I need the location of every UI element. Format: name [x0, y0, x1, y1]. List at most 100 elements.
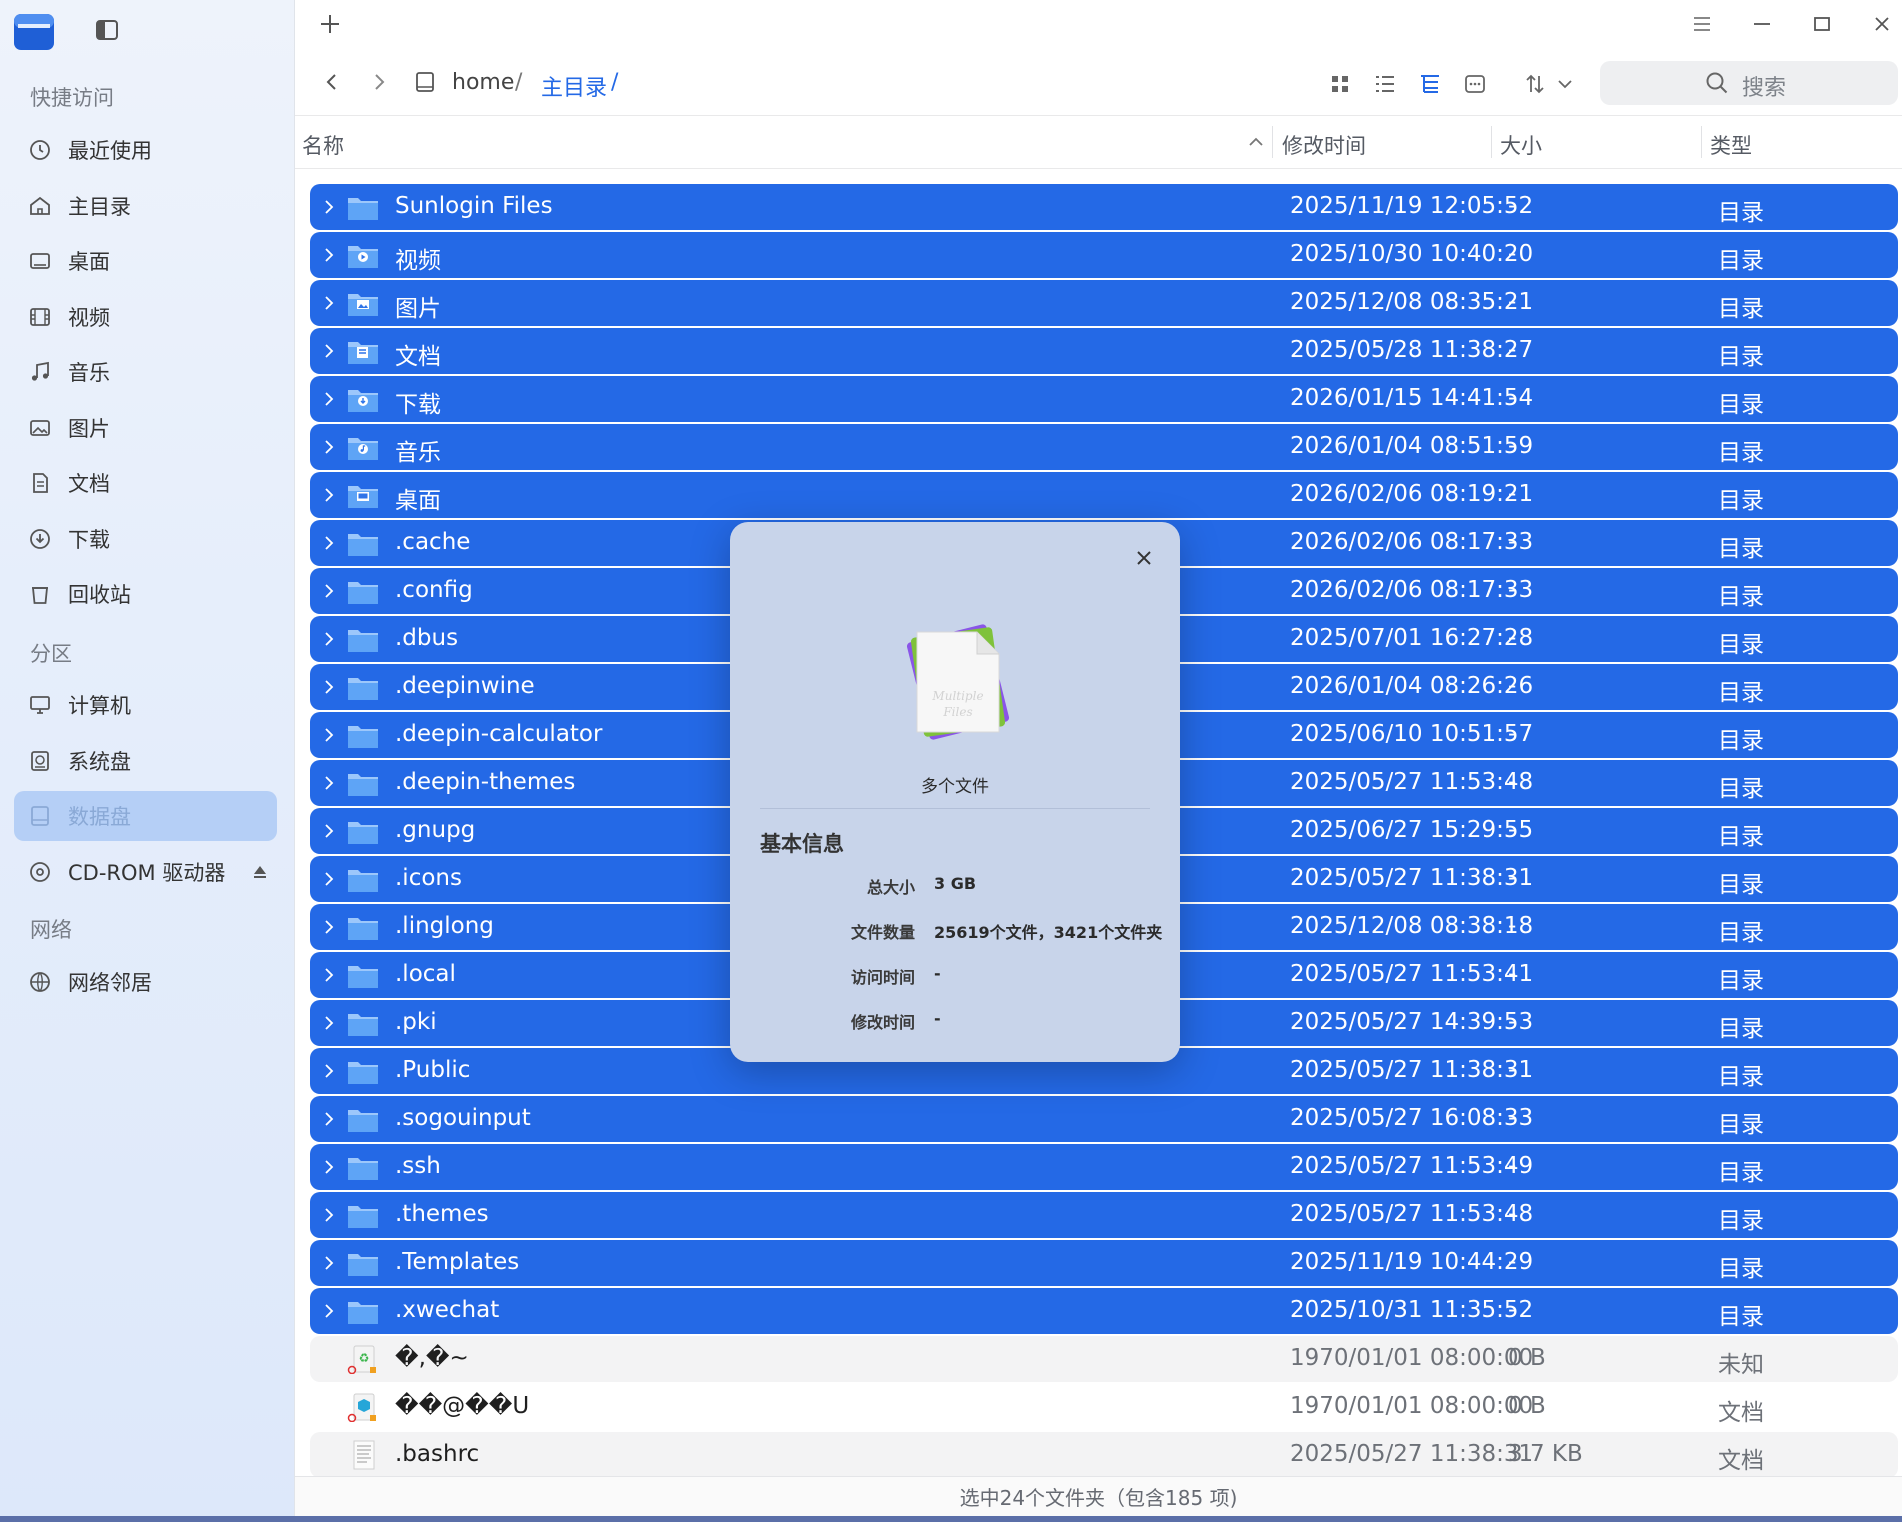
table-row[interactable]: 音乐 2026/01/04 08:51:59- 目录 — [310, 424, 1898, 470]
table-row[interactable]: 视频 2025/10/30 10:40:20- 目录 — [310, 232, 1898, 278]
chevron-right-icon[interactable] — [322, 917, 336, 937]
table-row[interactable]: 下载 2026/01/15 14:41:54- 目录 — [310, 376, 1898, 422]
table-row[interactable]: Sunlogin Files 2025/11/19 12:05:52- 目录 — [310, 184, 1898, 230]
chevron-down-icon[interactable] — [1551, 70, 1579, 98]
sidebar-item-cdrom[interactable]: CD-ROM 驱动器 — [14, 847, 277, 897]
search-input[interactable]: 搜索 — [1600, 61, 1898, 105]
chevron-right-icon[interactable] — [322, 437, 336, 457]
plus-icon[interactable] — [316, 10, 344, 38]
chevron-right-icon[interactable] — [322, 1253, 336, 1273]
back-icon[interactable] — [320, 70, 344, 94]
close-icon[interactable] — [1868, 10, 1896, 38]
forward-icon[interactable] — [367, 70, 391, 94]
chevron-right-icon[interactable] — [322, 1013, 336, 1033]
file-name: .themes — [395, 1201, 489, 1227]
icon-view-icon[interactable] — [1326, 70, 1354, 98]
chevron-right-icon[interactable] — [322, 1301, 336, 1321]
column-size[interactable]: 大小 — [1500, 130, 1542, 160]
sort-ascending-icon[interactable] — [1247, 134, 1265, 148]
download-icon — [30, 528, 50, 549]
sidebar-item-drive[interactable]: 数据盘 — [14, 791, 277, 841]
chevron-right-icon[interactable] — [322, 1157, 336, 1177]
chevron-right-icon[interactable] — [322, 1205, 336, 1225]
chevron-right-icon[interactable] — [322, 677, 336, 697]
sidebar-item-label: 图片 — [68, 416, 110, 441]
chevron-right-icon[interactable] — [322, 725, 336, 745]
chevron-right-icon[interactable] — [322, 245, 336, 265]
chevron-right-icon[interactable] — [322, 821, 336, 841]
minimize-icon[interactable] — [1748, 10, 1776, 38]
sidebar-item-disk[interactable]: 系统盘 — [14, 736, 277, 786]
sidebar-item-computer[interactable]: 计算机 — [14, 680, 277, 730]
breadcrumb-current[interactable]: 主目录 — [541, 70, 607, 102]
sidebar-toggle-icon[interactable] — [96, 20, 118, 40]
folder-icon — [348, 822, 378, 844]
sidebar-item-desktop[interactable]: 桌面 — [14, 236, 277, 286]
search-icon — [1706, 72, 1728, 94]
file-modified: 2026/02/06 08:17:33 — [1290, 577, 1534, 603]
chevron-right-icon[interactable] — [322, 629, 336, 649]
chevron-right-icon[interactable] — [322, 1109, 336, 1129]
dialog-close-icon[interactable] — [1134, 548, 1154, 568]
sidebar-item-picture[interactable]: 图片 — [14, 403, 277, 453]
folder-icon — [348, 198, 378, 220]
chevron-right-icon[interactable] — [322, 533, 336, 553]
table-row[interactable]: .themes 2025/05/27 11:53:48- 目录 — [310, 1192, 1898, 1238]
chevron-right-icon[interactable] — [322, 773, 336, 793]
sidebar-item-music[interactable]: 音乐 — [14, 347, 277, 397]
sidebar-item-download[interactable]: 下载 — [14, 514, 277, 564]
maximize-icon[interactable] — [1808, 10, 1836, 38]
file-modified: 2026/01/04 08:26:26 — [1290, 673, 1534, 699]
chevron-right-icon[interactable] — [322, 293, 336, 313]
chevron-right-icon[interactable] — [322, 389, 336, 409]
folder-icon — [348, 918, 378, 940]
table-row[interactable]: .Templates 2025/11/19 10:44:29- 目录 — [310, 1240, 1898, 1286]
chevron-right-icon[interactable] — [322, 965, 336, 985]
sidebar-item-label: 回收站 — [68, 583, 131, 607]
table-row[interactable]: ��@��U 1970/01/01 08:00:00 0 B 文档 — [310, 1384, 1898, 1430]
file-type: 目录 — [1718, 200, 1764, 226]
column-divider[interactable] — [1701, 126, 1702, 158]
table-row[interactable]: 桌面 2026/02/06 08:19:21- 目录 — [310, 472, 1898, 518]
file-modified: 2025/11/19 10:44:29 — [1290, 1249, 1534, 1275]
sidebar-item-home[interactable]: 主目录 — [14, 181, 277, 231]
sort-icon[interactable] — [1521, 70, 1549, 98]
chevron-right-icon[interactable] — [322, 485, 336, 505]
column-divider[interactable] — [1272, 126, 1273, 158]
chevron-right-icon[interactable] — [322, 197, 336, 217]
file-modified: 2025/05/27 11:38:31 — [1290, 865, 1534, 891]
table-row[interactable]: ♻ �,�~ 1970/01/01 08:00:00 0 B 未知 — [310, 1336, 1898, 1382]
list-view-icon[interactable] — [1371, 70, 1399, 98]
file-name: ��@��U — [395, 1393, 530, 1419]
table-row[interactable]: 文档 2025/05/28 11:38:27- 目录 — [310, 328, 1898, 374]
file-name: .deepin-calculator — [395, 721, 603, 747]
file-size: - — [1508, 817, 1517, 843]
table-row[interactable]: .bashrc 2025/05/27 11:38:31 3.7 KB 文档 — [310, 1432, 1898, 1478]
sidebar-item-video[interactable]: 视频 — [14, 292, 277, 342]
sidebar-item-trash[interactable]: 回收站 — [14, 569, 277, 619]
column-divider[interactable] — [1491, 126, 1492, 158]
table-row[interactable]: .ssh 2025/05/27 11:53:49- 目录 — [310, 1144, 1898, 1190]
preview-panel-icon[interactable] — [1461, 70, 1489, 98]
sidebar-item-network[interactable]: 网络邻居 — [14, 957, 277, 1007]
breadcrumb-home[interactable]: home — [452, 70, 514, 95]
chevron-right-icon[interactable] — [322, 869, 336, 889]
file-size: - — [1508, 673, 1517, 699]
file-name: .pki — [395, 1009, 437, 1035]
sidebar-item-document[interactable]: 文档 — [14, 458, 277, 508]
chevron-right-icon[interactable] — [322, 341, 336, 361]
menu-icon[interactable] — [1688, 10, 1716, 38]
chevron-right-icon[interactable] — [322, 581, 336, 601]
sidebar-item-clock[interactable]: 最近使用 — [14, 125, 277, 175]
eject-icon[interactable] — [253, 864, 267, 880]
table-row[interactable]: .sogouinput 2025/05/27 16:08:33- 目录 — [310, 1096, 1898, 1142]
table-row[interactable]: 图片 2025/12/08 08:35:21- 目录 — [310, 280, 1898, 326]
column-type[interactable]: 类型 — [1710, 130, 1752, 160]
tree-view-icon[interactable] — [1416, 70, 1444, 98]
chevron-right-icon[interactable] — [322, 1061, 336, 1081]
folder-icon — [348, 1062, 378, 1084]
column-name[interactable]: 名称 — [302, 130, 344, 160]
column-modified[interactable]: 修改时间 — [1282, 130, 1366, 160]
home-icon — [30, 196, 50, 215]
table-row[interactable]: .xwechat 2025/10/31 11:35:52- 目录 — [310, 1288, 1898, 1334]
